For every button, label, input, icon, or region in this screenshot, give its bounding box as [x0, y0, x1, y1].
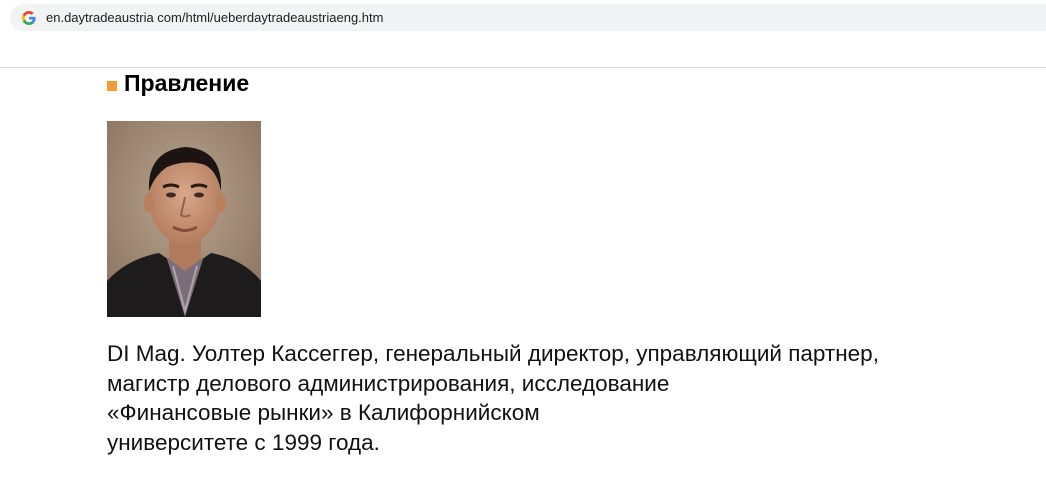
- bio-text: DI Mag. Уолтер Кассеггер, генеральный ди…: [107, 339, 1027, 457]
- orange-bullet-icon: [107, 81, 117, 91]
- url-text[interactable]: en.daytradeaustria com/html/ueberdaytrad…: [46, 10, 383, 25]
- bio-line: «Финансовые рынки» в Калифорнийском: [107, 400, 540, 425]
- google-g-icon: [21, 10, 37, 26]
- bio-line: DI Mag. Уолтер Кассеггер, генеральный ди…: [107, 341, 879, 366]
- portrait-photo: [107, 121, 261, 317]
- section-title: Правление: [124, 70, 250, 96]
- bio-line: магистр делового администрирования, иссл…: [107, 370, 670, 396]
- section-heading: Правление: [107, 70, 249, 97]
- address-bar[interactable]: en.daytradeaustria com/html/ueberdaytrad…: [10, 4, 1046, 31]
- bio-line: университете с 1999 года.: [107, 429, 380, 455]
- page-divider: [0, 67, 1046, 68]
